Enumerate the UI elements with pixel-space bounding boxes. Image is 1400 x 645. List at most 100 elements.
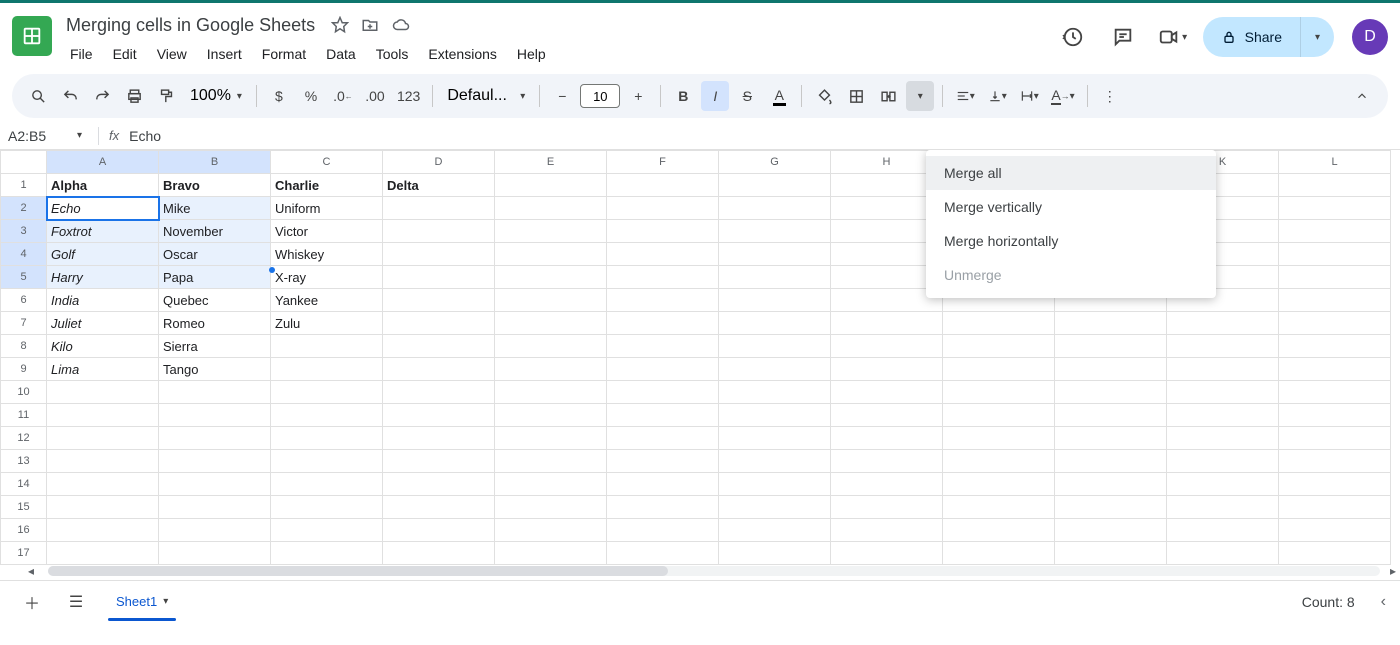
cell-B1[interactable]: Bravo <box>159 174 271 197</box>
cell-J16[interactable] <box>1055 519 1167 542</box>
cell-L6[interactable] <box>1279 289 1391 312</box>
cell-L15[interactable] <box>1279 496 1391 519</box>
cell-A6[interactable]: India <box>47 289 159 312</box>
cell-L5[interactable] <box>1279 266 1391 289</box>
cell-A12[interactable] <box>47 427 159 450</box>
cell-J8[interactable] <box>1055 335 1167 358</box>
cell-H16[interactable] <box>831 519 943 542</box>
cell-B13[interactable] <box>159 450 271 473</box>
cell-C12[interactable] <box>271 427 383 450</box>
cell-B16[interactable] <box>159 519 271 542</box>
cell-E17[interactable] <box>495 542 607 565</box>
cell-D17[interactable] <box>383 542 495 565</box>
cell-C9[interactable] <box>271 358 383 381</box>
cloud-status-icon[interactable] <box>391 16 411 34</box>
row-header-7[interactable]: 7 <box>1 312 47 335</box>
cell-L8[interactable] <box>1279 335 1391 358</box>
cell-E4[interactable] <box>495 243 607 266</box>
row-header-5[interactable]: 5 <box>1 266 47 289</box>
cell-C16[interactable] <box>271 519 383 542</box>
font-family-select[interactable]: Defaul...▾ <box>441 87 531 105</box>
cell-C14[interactable] <box>271 473 383 496</box>
menu-extensions[interactable]: Extensions <box>420 42 504 66</box>
cell-A9[interactable]: Lima <box>47 358 159 381</box>
cell-G11[interactable] <box>719 404 831 427</box>
cell-J9[interactable] <box>1055 358 1167 381</box>
cell-L1[interactable] <box>1279 174 1391 197</box>
cell-I17[interactable] <box>943 542 1055 565</box>
cell-G3[interactable] <box>719 220 831 243</box>
cell-B15[interactable] <box>159 496 271 519</box>
cell-B3[interactable]: November <box>159 220 271 243</box>
col-header-D[interactable]: D <box>383 151 495 174</box>
cell-L13[interactable] <box>1279 450 1391 473</box>
cell-C11[interactable] <box>271 404 383 427</box>
cell-K13[interactable] <box>1167 450 1279 473</box>
cell-F10[interactable] <box>607 381 719 404</box>
cell-B11[interactable] <box>159 404 271 427</box>
cell-D11[interactable] <box>383 404 495 427</box>
cell-C15[interactable] <box>271 496 383 519</box>
col-header-F[interactable]: F <box>607 151 719 174</box>
cell-J10[interactable] <box>1055 381 1167 404</box>
cell-J7[interactable] <box>1055 312 1167 335</box>
cell-G13[interactable] <box>719 450 831 473</box>
format-currency-button[interactable]: $ <box>265 81 293 111</box>
cell-F12[interactable] <box>607 427 719 450</box>
redo-button[interactable] <box>88 81 116 111</box>
cell-B5[interactable]: Papa <box>159 266 271 289</box>
collapse-toolbar-button[interactable] <box>1348 81 1376 111</box>
cell-L3[interactable] <box>1279 220 1391 243</box>
cell-H9[interactable] <box>831 358 943 381</box>
cell-G1[interactable] <box>719 174 831 197</box>
cell-B17[interactable] <box>159 542 271 565</box>
cell-J11[interactable] <box>1055 404 1167 427</box>
merge-cells-button[interactable] <box>874 81 902 111</box>
formula-bar-input[interactable]: Echo <box>129 128 161 144</box>
cell-I9[interactable] <box>943 358 1055 381</box>
star-icon[interactable] <box>331 16 349 34</box>
cell-C13[interactable] <box>271 450 383 473</box>
name-box[interactable]: A2:B5▾ <box>8 128 88 144</box>
cell-B6[interactable]: Quebec <box>159 289 271 312</box>
cell-J17[interactable] <box>1055 542 1167 565</box>
cell-A15[interactable] <box>47 496 159 519</box>
document-title[interactable]: Merging cells in Google Sheets <box>62 13 319 38</box>
decrease-decimal-button[interactable]: .0← <box>329 81 357 111</box>
cell-K11[interactable] <box>1167 404 1279 427</box>
more-formats-button[interactable]: 123 <box>393 81 424 111</box>
cell-H12[interactable] <box>831 427 943 450</box>
cell-D14[interactable] <box>383 473 495 496</box>
cell-G15[interactable] <box>719 496 831 519</box>
row-header-1[interactable]: 1 <box>1 174 47 197</box>
cell-B9[interactable]: Tango <box>159 358 271 381</box>
cell-E2[interactable] <box>495 197 607 220</box>
cell-I13[interactable] <box>943 450 1055 473</box>
col-header-A[interactable]: A <box>47 151 159 174</box>
horizontal-align-button[interactable]: ▾ <box>951 81 979 111</box>
cell-D12[interactable] <box>383 427 495 450</box>
cell-H11[interactable] <box>831 404 943 427</box>
vertical-align-button[interactable]: ▾ <box>983 81 1011 111</box>
cell-G4[interactable] <box>719 243 831 266</box>
cell-E10[interactable] <box>495 381 607 404</box>
menu-format[interactable]: Format <box>254 42 314 66</box>
cell-L12[interactable] <box>1279 427 1391 450</box>
menu-file[interactable]: File <box>62 42 101 66</box>
cell-E7[interactable] <box>495 312 607 335</box>
cell-G2[interactable] <box>719 197 831 220</box>
cell-L16[interactable] <box>1279 519 1391 542</box>
cell-C4[interactable]: Whiskey <box>271 243 383 266</box>
cell-A3[interactable]: Foxtrot <box>47 220 159 243</box>
paint-format-button[interactable] <box>152 81 180 111</box>
increase-decimal-button[interactable]: .00 <box>361 81 389 111</box>
cell-C17[interactable] <box>271 542 383 565</box>
scroll-right-icon[interactable]: ▸ <box>1390 564 1396 578</box>
row-header-6[interactable]: 6 <box>1 289 47 312</box>
text-color-button[interactable]: A <box>765 81 793 111</box>
print-button[interactable] <box>120 81 148 111</box>
cell-G7[interactable] <box>719 312 831 335</box>
cell-K17[interactable] <box>1167 542 1279 565</box>
cell-D5[interactable] <box>383 266 495 289</box>
cell-F9[interactable] <box>607 358 719 381</box>
